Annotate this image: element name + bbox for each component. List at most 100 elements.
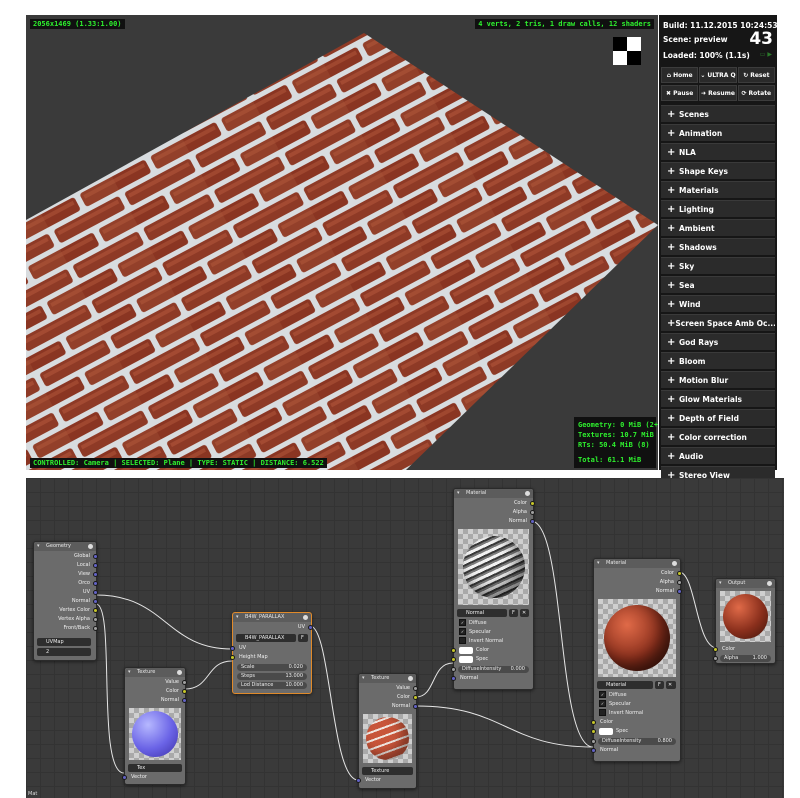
socket[interactable] <box>182 698 187 703</box>
diffuse-checkbox[interactable]: ✓ Diffuse <box>599 691 627 699</box>
menu-item-nla[interactable]: + NLA <box>661 143 775 160</box>
socket[interactable] <box>308 625 313 630</box>
invert-normal-checkbox[interactable]: Invert Normal <box>599 709 643 717</box>
home-button[interactable]: ⌂ Home <box>661 67 699 83</box>
socket[interactable] <box>451 667 456 672</box>
material-node-1[interactable]: Material Color Alpha Normal Normal F ✕ ✓… <box>451 488 535 690</box>
diffuse-intensity-field[interactable]: DiffuseIntensity 0.800 <box>598 738 676 745</box>
menu-item-materials[interactable]: + Materials <box>661 181 775 198</box>
diffuse-checkbox[interactable]: ✓ Diffuse <box>459 619 487 627</box>
socket[interactable] <box>93 617 98 622</box>
socket[interactable] <box>93 554 98 559</box>
socket[interactable] <box>93 572 98 577</box>
socket[interactable] <box>93 581 98 586</box>
3d-viewport[interactable]: 2056x1469 (1.33:1.00) 4 verts, 2 tris, 1… <box>26 15 658 470</box>
menu-item-wind[interactable]: + Wind <box>661 295 775 312</box>
socket[interactable] <box>182 680 187 685</box>
socket[interactable] <box>182 689 187 694</box>
chevron-down-icon: ⌄ <box>700 71 706 79</box>
fake-user-button[interactable]: F <box>655 681 664 689</box>
diffuse-intensity-field[interactable]: DiffuseIntensity 0.000 <box>458 666 529 673</box>
spec-swatch[interactable] <box>459 656 473 663</box>
menu-item-god-rays[interactable]: + God Rays <box>661 333 775 350</box>
menu-item-color-correction[interactable]: + Color correction <box>661 428 775 445</box>
close-icon[interactable]: ✕ <box>666 681 676 689</box>
menu-item-glow-materials[interactable]: + Glow Materials <box>661 390 775 407</box>
pause-button[interactable]: ✖ Pause <box>661 85 699 101</box>
scale-field[interactable]: Scale 0.020 <box>237 664 307 671</box>
menu-item-ambient[interactable]: + Ambient <box>661 219 775 236</box>
socket[interactable] <box>451 648 456 653</box>
socket[interactable] <box>93 563 98 568</box>
socket[interactable] <box>713 656 718 661</box>
color-swatch[interactable] <box>459 647 473 654</box>
socket[interactable] <box>677 571 682 576</box>
socket[interactable] <box>713 647 718 652</box>
menu-item-animation[interactable]: + Animation <box>661 124 775 141</box>
socket[interactable] <box>93 590 98 595</box>
uv-field[interactable]: 2 <box>37 648 91 656</box>
menu-item-shape-keys[interactable]: + Shape Keys <box>661 162 775 179</box>
spec-swatch[interactable] <box>599 728 613 735</box>
socket[interactable] <box>591 739 596 744</box>
texture-select[interactable]: Tex <box>128 764 182 772</box>
socket[interactable] <box>591 729 596 734</box>
menu-item-depth-of-field[interactable]: + Depth of Field <box>661 409 775 426</box>
menu-item-sea[interactable]: + Sea <box>661 276 775 293</box>
socket[interactable] <box>591 748 596 753</box>
material-node-2[interactable]: Material Color Alpha Normal Material F ✕… <box>591 558 682 762</box>
socket[interactable] <box>230 655 235 660</box>
socket[interactable] <box>356 778 361 783</box>
steps-field[interactable]: Steps 13.000 <box>237 673 307 680</box>
socket[interactable] <box>413 704 418 709</box>
fake-user-button[interactable]: F <box>509 609 518 617</box>
menu-item-audio[interactable]: + Audio <box>661 447 775 464</box>
socket[interactable] <box>413 686 418 691</box>
socket[interactable] <box>451 657 456 662</box>
texture-node-2[interactable]: Texture Value Color Normal Texture Vecto… <box>356 673 418 789</box>
invert-normal-checkbox[interactable]: Invert Normal <box>459 637 503 645</box>
parallax-node[interactable]: B4W_PARALLAX UV B4W_PARALLAX F UV Height… <box>230 612 313 694</box>
plus-icon: + <box>667 298 676 310</box>
material-select[interactable]: Material <box>597 681 653 689</box>
socket[interactable] <box>530 519 535 524</box>
menu-item-scenes[interactable]: + Scenes <box>661 105 775 122</box>
alpha-field[interactable]: Alpha 1.000 <box>720 655 771 662</box>
menu-item-shadows[interactable]: + Shadows <box>661 238 775 255</box>
menu-item-motion-blur[interactable]: + Motion Blur <box>661 371 775 388</box>
menu-item-sky[interactable]: + Sky <box>661 257 775 274</box>
socket[interactable] <box>591 720 596 725</box>
socket[interactable] <box>677 589 682 594</box>
socket[interactable] <box>93 608 98 613</box>
socket[interactable] <box>530 501 535 506</box>
socket[interactable] <box>230 646 235 651</box>
menu-item-lighting[interactable]: + Lighting <box>661 200 775 217</box>
socket[interactable] <box>93 626 98 631</box>
socket[interactable] <box>677 580 682 585</box>
socket[interactable] <box>413 695 418 700</box>
socket[interactable] <box>93 599 98 604</box>
menu-item-ssao[interactable]: + Screen Space Amb Oc... <box>661 314 775 331</box>
texture-select[interactable]: Texture <box>362 767 413 775</box>
close-icon[interactable]: ✕ <box>520 609 529 617</box>
menu-item-bloom[interactable]: + Bloom <box>661 352 775 369</box>
texture-node-1[interactable]: Texture Value Color Normal Tex Vector <box>122 667 187 785</box>
quality-button[interactable]: ⌄ ULTRA Q <box>699 67 737 83</box>
uvmap-select[interactable]: UVMap <box>37 638 91 646</box>
node-editor[interactable]: Geometry Global Local View Orco UV Norma… <box>26 478 784 798</box>
geometry-node[interactable]: Geometry Global Local View Orco UV Norma… <box>33 541 98 661</box>
resume-button[interactable]: ➜ Resume <box>699 85 737 101</box>
link-uv-parallax <box>95 594 233 650</box>
socket[interactable] <box>530 510 535 515</box>
output-node[interactable]: Output Color Alpha1.000 <box>713 578 776 664</box>
rotate-button[interactable]: ⟳ Rotate <box>737 85 775 101</box>
socket[interactable] <box>122 775 127 780</box>
specular-checkbox[interactable]: ✓ Specular <box>599 700 631 708</box>
reset-button[interactable]: ↻ Reset <box>737 67 775 83</box>
material-select[interactable]: Normal <box>457 609 507 617</box>
socket[interactable] <box>451 676 456 681</box>
node-group-select[interactable]: B4W_PARALLAX <box>236 634 296 642</box>
fake-user-button[interactable]: F <box>298 634 308 642</box>
lod-distance-field[interactable]: Lod Distance 10.000 <box>237 682 307 689</box>
specular-checkbox[interactable]: ✓ Specular <box>459 628 491 636</box>
